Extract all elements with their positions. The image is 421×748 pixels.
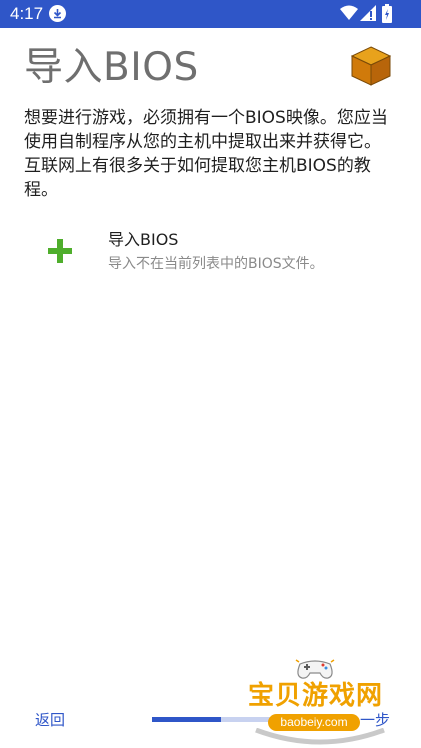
bios-cube-icon bbox=[350, 46, 392, 86]
status-time: 4:17 bbox=[10, 4, 44, 23]
setup-progress-fill bbox=[152, 717, 222, 722]
wifi-icon bbox=[340, 5, 358, 20]
bios-description: 想要进行游戏，必须拥有一个BIOS映像。您应当使用自制程序从您的主机中提取出来并… bbox=[24, 108, 388, 200]
battery-charging-icon bbox=[382, 4, 392, 23]
import-bios-title: 导入BIOS bbox=[108, 230, 179, 249]
watermark-name: 宝贝游戏网 bbox=[248, 681, 384, 711]
download-icon bbox=[49, 5, 66, 22]
gamepad-icon bbox=[295, 659, 335, 679]
plus-icon bbox=[48, 239, 72, 263]
watermark-swoosh bbox=[255, 728, 385, 745]
cell-signal-icon bbox=[360, 5, 376, 21]
watermark: 宝贝游戏网 baobeiy.com bbox=[244, 656, 394, 748]
page-title: 导入BIOS bbox=[24, 45, 199, 90]
screen: 4:17 导入BIOS 想要进行游戏，必须拥有一个BIOS映像。您应当使用自制程… bbox=[0, 0, 421, 748]
status-bar: 4:17 bbox=[0, 0, 421, 28]
import-bios-item[interactable]: 导入BIOS 导入不在当前列表中的BIOS文件。 bbox=[0, 222, 421, 280]
next-button[interactable]: 一步 bbox=[360, 710, 390, 730]
back-button[interactable]: 返回 bbox=[35, 710, 65, 730]
import-bios-subtitle: 导入不在当前列表中的BIOS文件。 bbox=[108, 256, 324, 272]
